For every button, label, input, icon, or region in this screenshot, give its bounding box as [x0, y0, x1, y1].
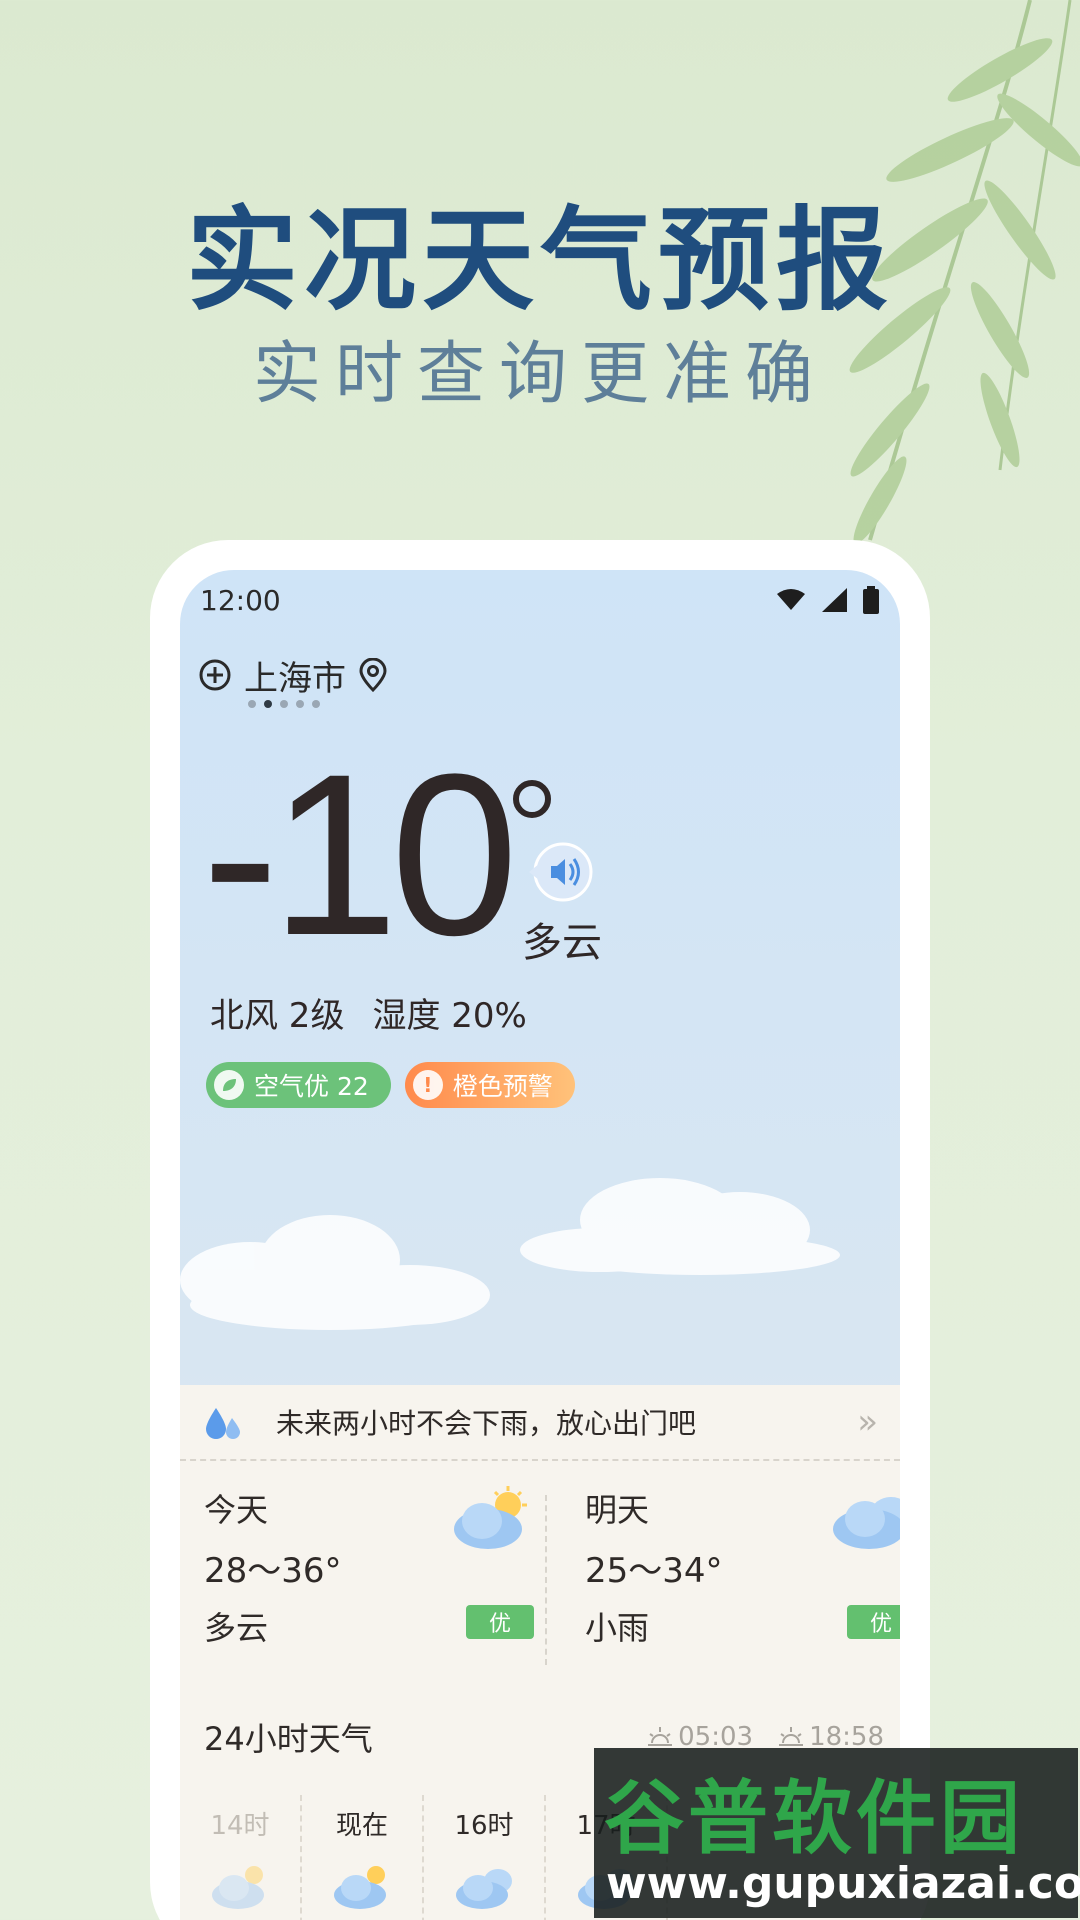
- air-quality-text: 空气优 22: [254, 1072, 369, 1101]
- city-selector[interactable]: 上海市: [198, 650, 388, 700]
- warning-text: 橙色预警: [452, 1072, 553, 1101]
- page-dot-active[interactable]: [264, 700, 272, 708]
- page-dot[interactable]: [312, 700, 320, 708]
- hour-label: 14时: [210, 1811, 270, 1841]
- today-forecast-card[interactable]: 今天 28～36° 多云 优: [204, 1485, 534, 1685]
- air-quality-badge[interactable]: 空气优 22: [206, 1062, 391, 1108]
- chevron-right-icon[interactable]: »: [857, 1402, 878, 1442]
- partly-cloudy-icon: [454, 1486, 527, 1549]
- page-dot[interactable]: [296, 700, 304, 708]
- page-indicator: [248, 700, 320, 708]
- tomorrow-condition: 小雨: [585, 1609, 650, 1647]
- humidity-text: 湿度 20%: [372, 996, 527, 1036]
- watermark-url: www.gupuxiazai.com: [606, 1858, 1080, 1909]
- hour-label: 16时: [454, 1811, 514, 1841]
- page-dot[interactable]: [248, 700, 256, 708]
- status-badges: 空气优 22 ! 橙色预警: [206, 1062, 575, 1108]
- hour-item-now[interactable]: 现在: [302, 1795, 424, 1920]
- today-air-quality-tag: 优: [466, 1605, 534, 1639]
- today-temperature-range: 28～36°: [204, 1551, 342, 1591]
- today-label: 今天: [204, 1491, 269, 1529]
- hourly-title: 24小时天气: [204, 1720, 373, 1758]
- rain-tip-row[interactable]: 未来两小时不会下雨，放心出门吧 »: [180, 1385, 900, 1461]
- clouds-decoration: [180, 1178, 840, 1330]
- promo-title: 实况天气预报: [186, 196, 894, 326]
- rain-tip-text: 未来两小时不会下雨，放心出门吧: [276, 1407, 697, 1440]
- watermark-name: 谷普软件园: [604, 1772, 1024, 1865]
- phone-frame: 12:00 上海市 -10 多云 北风 2级 湿度 20% 空气优 22 ! 橙…: [150, 540, 930, 1920]
- weather-screen: 12:00 上海市 -10 多云 北风 2级 湿度 20% 空气优 22 ! 橙…: [180, 570, 900, 1920]
- leaf-icon: [214, 1070, 244, 1100]
- wind-humidity-row: 北风 2级 湿度 20%: [210, 988, 527, 1037]
- warning-badge[interactable]: ! 橙色预警: [404, 1062, 575, 1108]
- promo-subtitle: 实时查询更准确: [252, 335, 827, 414]
- status-icons: [776, 586, 880, 614]
- cloudy-icon: [456, 1869, 512, 1909]
- cloudy-icon: [833, 1497, 900, 1549]
- degree-symbol: [513, 780, 551, 818]
- sunset-icon: [779, 1727, 804, 1746]
- wind-text: 北风 2级: [210, 996, 345, 1036]
- status-time: 12:00: [200, 583, 281, 617]
- today-condition: 多云: [204, 1609, 269, 1647]
- hour-item[interactable]: 16时: [424, 1795, 546, 1920]
- tomorrow-label: 明天: [585, 1491, 650, 1529]
- hour-label: 现在: [335, 1811, 388, 1841]
- sunrise-icon: [648, 1727, 673, 1746]
- current-temperature: -10: [202, 726, 518, 983]
- city-name[interactable]: 上海市: [244, 651, 346, 700]
- alert-icon: !: [412, 1070, 443, 1100]
- site-watermark: 谷普软件园 www.gupuxiazai.com: [594, 1748, 1080, 1918]
- wifi-icon: [777, 589, 805, 610]
- hour-item[interactable]: 14时: [180, 1795, 302, 1920]
- partly-cloudy-icon: [334, 1866, 386, 1909]
- add-circle-icon[interactable]: [198, 658, 232, 692]
- speaker-icon[interactable]: [525, 842, 595, 902]
- divider: [545, 1495, 547, 1665]
- status-bar: 12:00: [200, 580, 880, 620]
- battery-icon: [863, 586, 879, 614]
- page-dot[interactable]: [280, 700, 288, 708]
- tomorrow-temperature-range: 25～34°: [585, 1551, 723, 1591]
- current-condition: 多云: [522, 920, 602, 966]
- location-pin-icon: [359, 658, 387, 692]
- tomorrow-air-quality-tag: 优: [847, 1605, 900, 1639]
- rain-drops-icon: [206, 1408, 240, 1439]
- tomorrow-forecast-card[interactable]: 明天 25～34° 小雨 优: [585, 1485, 900, 1685]
- partly-cloudy-icon: [212, 1866, 264, 1909]
- signal-icon: [822, 588, 847, 612]
